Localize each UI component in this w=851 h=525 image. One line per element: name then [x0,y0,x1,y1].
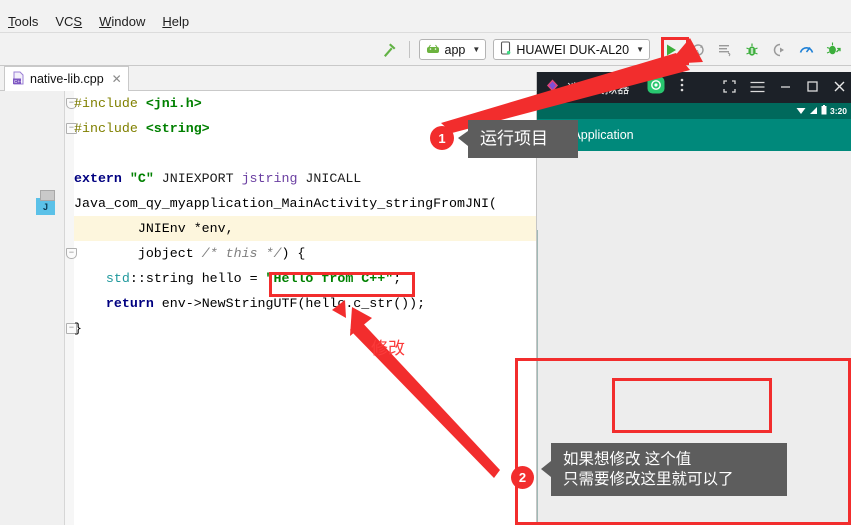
callout-2-badge: 2 [511,466,534,489]
callout-2: 如果想修改 这个值 只需要修改这里就可以了 [551,443,787,496]
code-token: extern [74,171,130,186]
menu-item-tools[interactable]: Tools [8,14,38,29]
ide-window: Tools VCS Window Help app ▼ HUAWEI DUK-A… [0,0,851,525]
code-token: ::string hello = [129,271,266,286]
callout-2-line-1: 如果想修改 这个值 [563,450,692,468]
run-button-highlight-box [661,37,689,65]
code-token: jobject [74,246,202,261]
code-token: #include [74,121,146,136]
fold-column[interactable] [65,91,74,525]
code-token: "C" [129,171,162,186]
code-token: jstring [241,171,306,186]
window-titlebar-strip [0,0,851,11]
code-token: std [105,271,130,286]
code-token: } [74,321,82,336]
chevron-down-icon: ▼ [472,45,481,54]
code-token: <string> [145,121,210,136]
callout-1: 运行项目 [468,120,578,158]
callout-2-line-2: 只需要修改这里就可以了 [563,470,734,488]
clock-label: 3:20 [829,106,847,116]
code-line[interactable]: } [74,316,82,341]
code-token: <jni.h> [145,96,202,111]
app-action-bar: My Application [537,119,851,151]
modify-annotation-label: 修改 [371,339,405,358]
callout-1-badge: 1 [430,126,454,150]
device-label: HUAWEI DUK-AL20 [516,42,630,57]
close-icon[interactable]: ✕ [112,72,122,86]
code-token: ) { [281,246,306,261]
fullscreen-icon[interactable] [723,80,736,95]
more-vertical-icon[interactable] [680,77,684,98]
code-token: #include [74,96,146,111]
editor-gutter[interactable] [0,91,65,525]
chevron-down-icon: ▼ [636,45,644,54]
profiler-icon[interactable] [796,40,816,60]
run-configuration-selector[interactable]: app ▼ [418,39,487,60]
code-line[interactable]: #include <jni.h> [74,91,202,116]
code-line[interactable]: jobject /* this */) { [74,241,306,266]
memu-logo-icon [545,78,560,98]
android-profiler-icon[interactable] [823,40,843,60]
signal-icon [809,102,818,120]
android-icon [426,43,440,57]
close-icon[interactable] [833,80,846,95]
emulator-titlebar: 逍遥模拟器 [537,72,851,103]
menu-bar: Tools VCS Window Help [0,11,851,33]
code-token: Java_com_qy_myapplication_MainActivity_s… [74,196,497,211]
editor-tab-label: native-lib.cpp [30,72,104,86]
code-token: /* this */ [201,246,282,261]
menu-icon[interactable] [750,81,765,95]
device-selector[interactable]: HUAWEI DUK-AL20 ▼ [493,39,650,60]
code-line[interactable]: extern "C" JNIEXPORT jstring JNICALL [74,166,361,191]
minimize-icon[interactable] [779,80,792,95]
code-token: env->NewStringUTF(hello.c_str()); [153,296,426,311]
code-token: JNICALL [305,171,362,186]
editor-tab-native-lib-cpp[interactable]: C++ native-lib.cpp ✕ [4,66,129,91]
run-configuration-label: app [444,42,466,57]
attach-debugger-icon[interactable] [769,40,789,60]
wifi-icon [796,102,806,120]
apply-changes-icon[interactable]: A [688,40,708,60]
code-token: JNIEXPORT [161,171,242,186]
menu-item-help[interactable]: Help [162,14,189,29]
code-line[interactable]: Java_com_qy_myapplication_MainActivity_s… [74,191,497,216]
app-shortcut-icon[interactable] [647,76,665,99]
hammer-icon[interactable] [380,40,400,60]
emulator-title-label: 逍遥模拟器 [567,82,630,96]
code-line[interactable]: JNIEnv *env, [74,216,234,241]
code-string-highlight-box [269,272,415,297]
menu-item-vcs[interactable]: VCS [55,14,82,29]
debug-icon[interactable] [742,40,762,60]
android-status-bar: 3:20 [537,103,851,119]
battery-icon [821,102,827,120]
phone-icon [500,41,511,58]
main-toolbar: app ▼ HUAWEI DUK-AL20 ▼ A [0,33,851,66]
svg-text:C++: C++ [14,79,23,84]
maximize-icon[interactable] [806,80,819,95]
cpp-file-icon: C++ [12,71,25,88]
code-token: return [105,296,154,311]
svg-text:A: A [695,50,700,57]
java-navigation-gutter-icon[interactable]: J [36,190,55,215]
hello-text-highlight-box [612,378,772,433]
run-with-coverage-icon[interactable] [715,40,735,60]
menu-item-window[interactable]: Window [99,14,145,29]
callout-1-text: 运行项目 [480,129,548,149]
code-token: JNIEnv *env, [74,221,234,236]
toolbar-separator [408,41,410,58]
code-line[interactable]: #include <string> [74,116,210,141]
